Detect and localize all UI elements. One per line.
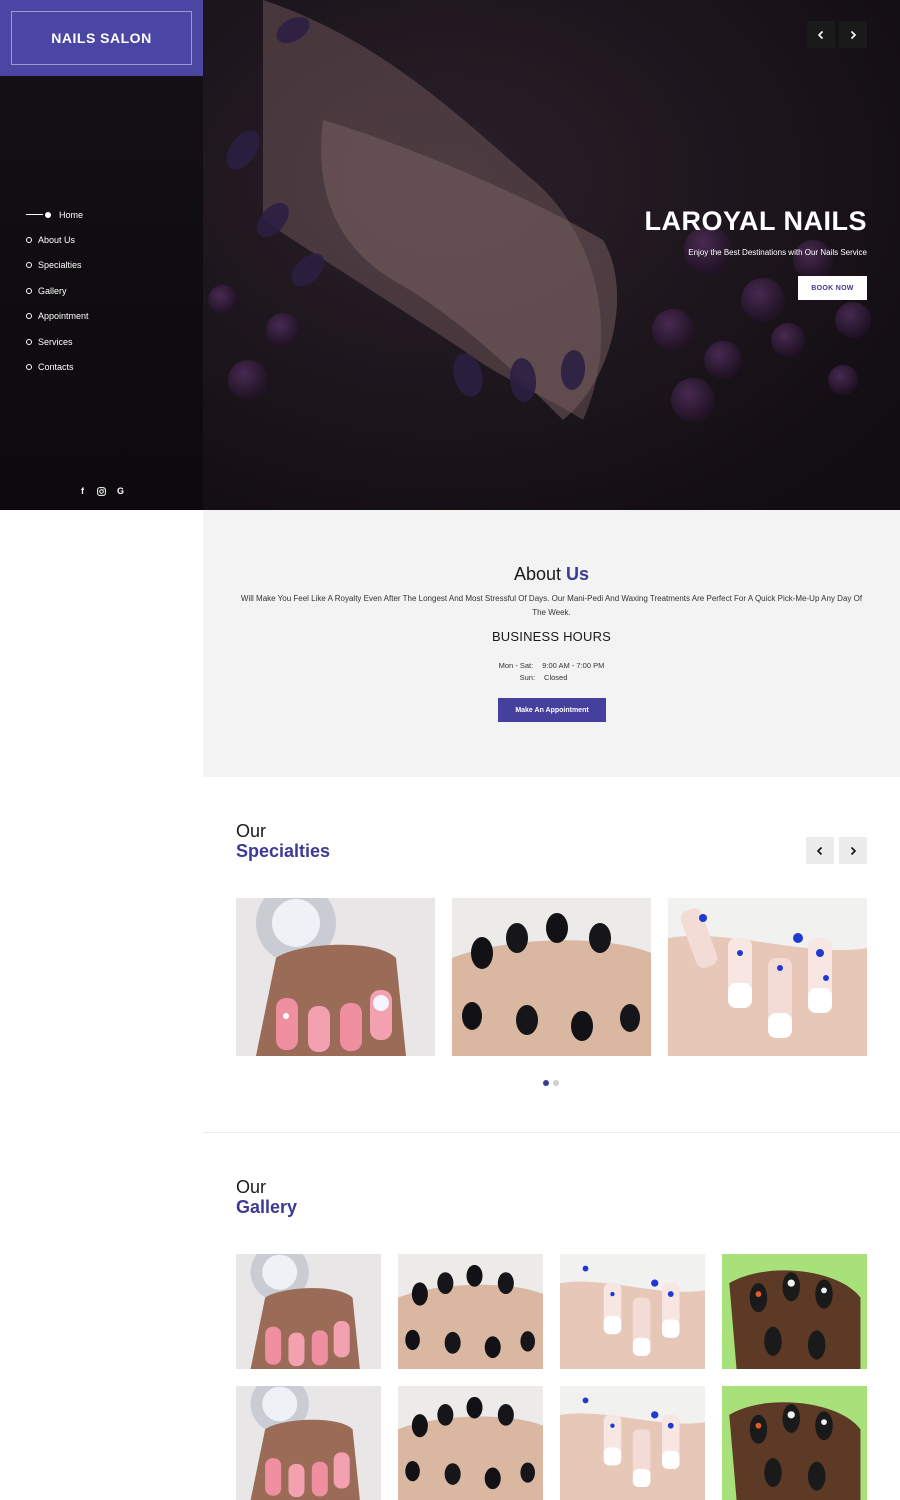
gallery-heading: Our Gallery (236, 1177, 298, 1218)
hero-arrows (807, 21, 867, 48)
nav-label: Gallery (38, 285, 67, 296)
make-appointment-button[interactable]: Make An Appointment (498, 698, 606, 722)
specialties-heading: Our Specialties (236, 821, 331, 862)
active-indicator-line (26, 214, 43, 216)
hours-days: Sun: (519, 673, 536, 682)
nav-label: Home (59, 209, 84, 220)
hero-subtitle: Enjoy the Best Destinations with Our Nai… (688, 248, 867, 257)
about-section: About Us Will Make You Feel Like A Royal… (203, 510, 900, 777)
about-description: Will Make You Feel Like A Royalty Even A… (240, 594, 863, 617)
chevron-left-icon (816, 846, 823, 855)
pagination-dot-active[interactable] (543, 1080, 549, 1086)
chevron-left-icon (817, 30, 824, 39)
specialty-image-pink-nails[interactable] (236, 898, 435, 1056)
specialties-pagination (543, 1080, 559, 1086)
heading-accent: Gallery (236, 1197, 298, 1217)
hero-slider: LAROYAL NAILS Enjoy the Best Destination… (203, 0, 900, 510)
nav-item-about-us[interactable]: About Us (26, 227, 89, 252)
nav-item-specialties[interactable]: Specialties (26, 253, 89, 278)
hours-days: Mon - Sat: (498, 661, 534, 670)
hours-time: Closed (544, 673, 568, 682)
nav-label: Contacts (38, 362, 74, 373)
circle-icon (26, 262, 32, 269)
nav-item-gallery[interactable]: Gallery (26, 278, 89, 303)
sidebar: NAILS SALON Home About Us Specialties Ga… (0, 0, 203, 510)
hero-next-button[interactable] (839, 21, 867, 48)
social-links: f G (0, 485, 203, 497)
circle-icon (26, 287, 32, 294)
nav-label: Specialties (38, 260, 82, 271)
nav-label: About Us (38, 235, 76, 246)
hero-prev-button[interactable] (807, 21, 835, 48)
facebook-icon[interactable]: f (78, 485, 88, 497)
specialty-image-blue-gem-nails[interactable] (668, 898, 867, 1056)
circle-icon (26, 364, 32, 371)
section-divider (203, 1132, 900, 1133)
book-now-button[interactable]: BOOK NOW (798, 276, 867, 300)
specialties-prev-button[interactable] (806, 837, 834, 864)
nav-label: Services (38, 336, 73, 347)
specialties-next-button[interactable] (839, 837, 867, 864)
gallery-image-blue-gem-nails[interactable] (560, 1254, 705, 1369)
heading-accent: Us (566, 564, 590, 584)
nav-item-contacts[interactable]: Contacts (26, 354, 89, 379)
heading-plain: Our (236, 821, 267, 841)
business-hours-title: BUSINESS HOURS (491, 629, 612, 644)
nav-label: Appointment (38, 311, 89, 322)
instagram-icon[interactable] (97, 485, 107, 497)
active-dot-icon (45, 211, 51, 218)
hours-row: Sun: Closed (187, 672, 900, 684)
gallery-image-green-art-nails[interactable] (722, 1254, 867, 1369)
gallery-image-pink-nails[interactable] (236, 1386, 381, 1500)
gallery-image-blue-gem-nails[interactable] (560, 1386, 705, 1500)
chevron-right-icon (850, 846, 857, 855)
nav-item-appointment[interactable]: Appointment (26, 304, 89, 329)
circle-icon (26, 237, 32, 244)
main-nav: Home About Us Specialties Gallery Appoin… (26, 202, 89, 380)
hero-title: LAROYAL NAILS (644, 206, 867, 236)
google-icon[interactable]: G (116, 485, 126, 497)
gallery-image-pink-nails[interactable] (236, 1254, 381, 1369)
hours-time: 9:00 AM - 7:00 PM (542, 661, 605, 670)
gallery-image-black-nails[interactable] (398, 1254, 543, 1369)
business-hours-list: Mon - Sat: 9:00 AM - 7:00 PM Sun: Closed (203, 660, 900, 684)
pagination-dot[interactable] (553, 1080, 559, 1086)
circle-icon (26, 338, 32, 345)
specialty-image-black-nails[interactable] (452, 898, 651, 1056)
brand-header: NAILS SALON (0, 0, 203, 76)
heading-plain: Our (236, 1177, 267, 1197)
gallery-image-black-nails[interactable] (398, 1386, 543, 1500)
page: NAILS SALON Home About Us Specialties Ga… (0, 0, 900, 1500)
brand-name: NAILS SALON (51, 30, 152, 46)
gallery-image-green-art-nails[interactable] (722, 1386, 867, 1500)
specialties-arrows (806, 837, 867, 864)
circle-icon (26, 313, 32, 320)
hours-row: Mon - Sat: 9:00 AM - 7:00 PM (203, 660, 900, 672)
heading-accent: Specialties (236, 841, 331, 861)
heading-plain: About (513, 564, 561, 584)
nav-item-home[interactable]: Home (26, 202, 89, 227)
about-heading: About Us (203, 564, 900, 585)
brand-logo[interactable]: NAILS SALON (11, 11, 192, 65)
nav-item-services[interactable]: Services (26, 329, 89, 354)
chevron-right-icon (850, 30, 857, 39)
